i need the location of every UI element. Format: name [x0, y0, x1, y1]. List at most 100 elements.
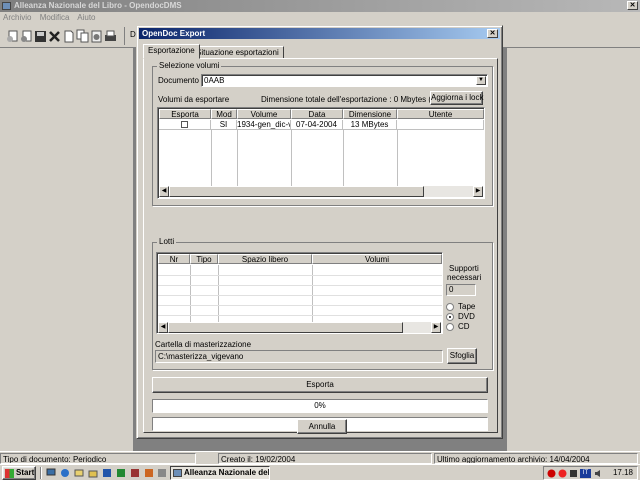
quicklaunch-outlook-icon[interactable]: [74, 468, 84, 478]
new-icon[interactable]: [6, 29, 19, 43]
main-close-button[interactable]: ✕: [627, 1, 638, 10]
radio-cd[interactable]: [446, 323, 454, 331]
start-button[interactable]: Start: [2, 466, 36, 480]
export-dialog: OpenDoc Export ✕ Esportazione Situazione…: [136, 25, 503, 439]
open-icon[interactable]: [20, 29, 33, 43]
status-doc-type: Tipo di documento: Periodico: [0, 453, 196, 464]
tab-esportazione[interactable]: Esportazione: [143, 44, 200, 59]
selection-group: Selezione volumi Documento 0AAB ▼ Volumi…: [152, 61, 493, 206]
supporti-value: 0: [446, 284, 476, 296]
lotti-group-label: Lotti: [157, 237, 177, 247]
print-icon[interactable]: [104, 29, 117, 43]
right-pane: [505, 48, 640, 452]
refresh-locks-button[interactable]: Aggiorna i lock: [430, 91, 483, 105]
main-window-title: Alleanza Nazionale del Libro - OpendocDM…: [14, 1, 182, 10]
menubar: Archivio Modifica Aiuto: [0, 12, 640, 24]
left-pane: [0, 48, 135, 452]
volumes-table: Esporta Mod Volume Data Dimensione Utent…: [157, 107, 485, 199]
document-label: Documento: [158, 76, 199, 85]
network-icon[interactable]: [569, 469, 578, 478]
document-value: 0AAB: [204, 76, 225, 85]
export-checkbox-cell[interactable]: [159, 120, 211, 130]
scroll-right-icon[interactable]: ▶: [473, 186, 483, 197]
toolbar-separator: [124, 27, 125, 45]
status-created: Creato il: 19/02/2004: [218, 453, 432, 464]
lotti-group: Lotti Nr Tipo Spazio libero Volumi ◀ ▶ S…: [152, 237, 493, 370]
quicklaunch-other-icon[interactable]: [157, 468, 167, 478]
export-checkbox[interactable]: [181, 121, 188, 129]
antivirus-icon[interactable]: [547, 469, 556, 478]
language-indicator[interactable]: IT: [580, 469, 591, 478]
dialog-close-button[interactable]: ✕: [487, 29, 498, 38]
cell-dimensione: 13 MBytes: [343, 120, 397, 130]
quicklaunch-access-icon[interactable]: [130, 468, 140, 478]
total-size-text: Dimensione totale dell'esportazione : 0 …: [261, 95, 455, 104]
quicklaunch-word-icon[interactable]: [102, 468, 112, 478]
supporti-label: Supporti: [449, 264, 479, 273]
clock: 17.18: [612, 468, 633, 477]
app-icon: [2, 2, 11, 10]
col-tipo[interactable]: Tipo: [190, 254, 218, 264]
scroll-left-icon[interactable]: ◀: [159, 186, 169, 197]
progress-bar-1: 0%: [152, 399, 488, 413]
folder-path-field[interactable]: C:\masterizza_vigevano: [155, 350, 443, 363]
col-nr[interactable]: Nr: [158, 254, 190, 264]
quicklaunch-excel-icon[interactable]: [116, 468, 126, 478]
necessari-label: necessari: [447, 273, 482, 282]
lotti-scroll-right-icon[interactable]: ▶: [431, 322, 441, 333]
radio-cd-label[interactable]: CD: [458, 322, 470, 331]
radio-tape[interactable]: [446, 303, 454, 311]
statusbar: Tipo di documento: Periodico Creato il: …: [0, 451, 640, 464]
toolbar-label: D: [130, 30, 136, 39]
export-button[interactable]: Esporta: [152, 377, 488, 393]
lotti-table: Nr Tipo Spazio libero Volumi ◀ ▶: [156, 252, 443, 334]
cell-data: 07-04-2004: [291, 120, 343, 130]
tab-panel: Selezione volumi Documento 0AAB ▼ Volumi…: [143, 58, 498, 433]
folder-label: Cartella di masterizzazione: [155, 340, 252, 349]
menu-modifica[interactable]: Modifica: [40, 13, 70, 22]
windows-logo-icon: [5, 469, 14, 478]
status-last-update: Ultimo aggiornamento archivio: 14/04/200…: [434, 453, 638, 464]
radio-dvd-label[interactable]: DVD: [458, 312, 475, 321]
acrobat-icon[interactable]: [558, 469, 567, 478]
cell-volume: 1934-gen_dic-v1: [237, 120, 291, 130]
col-data[interactable]: Data: [291, 109, 343, 119]
col-mod[interactable]: Mod: [211, 109, 237, 119]
dialog-title: OpenDoc Export: [142, 29, 206, 38]
volumes-label: Volumi da esportare: [158, 95, 230, 104]
document-select[interactable]: 0AAB ▼: [201, 74, 488, 87]
scroll-thumb[interactable]: [169, 186, 424, 197]
delete-icon[interactable]: [48, 29, 61, 43]
save-icon[interactable]: [34, 29, 47, 43]
export-icon[interactable]: [90, 29, 103, 43]
page-icon[interactable]: [62, 29, 75, 43]
radio-dvd[interactable]: [446, 313, 454, 321]
col-utente[interactable]: Utente: [397, 109, 484, 119]
copy-icon[interactable]: [76, 29, 89, 43]
col-volume[interactable]: Volume: [237, 109, 291, 119]
selection-group-label: Selezione volumi: [157, 61, 222, 71]
cancel-button[interactable]: Annulla: [297, 419, 347, 434]
dialog-titlebar[interactable]: OpenDoc Export ✕: [139, 28, 500, 39]
quicklaunch-ie-icon[interactable]: [60, 468, 70, 478]
col-dimensione[interactable]: Dimensione: [343, 109, 397, 119]
quicklaunch-explorer-icon[interactable]: [88, 468, 98, 478]
lotti-scroll-thumb[interactable]: [168, 322, 403, 333]
taskbar-app-button[interactable]: Alleanza Nazionale del...: [170, 466, 270, 480]
quicklaunch-desktop-icon[interactable]: [46, 468, 56, 478]
volumes-hscrollbar[interactable]: ◀ ▶: [159, 186, 483, 197]
main-titlebar[interactable]: Alleanza Nazionale del Libro - OpendocDM…: [0, 0, 640, 12]
menu-archivio[interactable]: Archivio: [3, 13, 31, 22]
browse-button[interactable]: Sfoglia: [447, 348, 477, 364]
volume-icon[interactable]: [594, 469, 603, 478]
menu-aiuto[interactable]: Aiuto: [77, 13, 95, 22]
system-tray: IT 17.18: [543, 466, 638, 480]
col-spazio-libero[interactable]: Spazio libero: [218, 254, 312, 264]
radio-tape-label[interactable]: Tape: [458, 302, 475, 311]
chevron-down-icon[interactable]: ▼: [476, 76, 486, 85]
lotti-scroll-left-icon[interactable]: ◀: [158, 322, 168, 333]
col-esporta[interactable]: Esporta: [159, 109, 211, 119]
lotti-hscrollbar[interactable]: ◀ ▶: [158, 322, 441, 333]
quicklaunch-ppt-icon[interactable]: [144, 468, 154, 478]
col-volumi[interactable]: Volumi: [312, 254, 442, 264]
